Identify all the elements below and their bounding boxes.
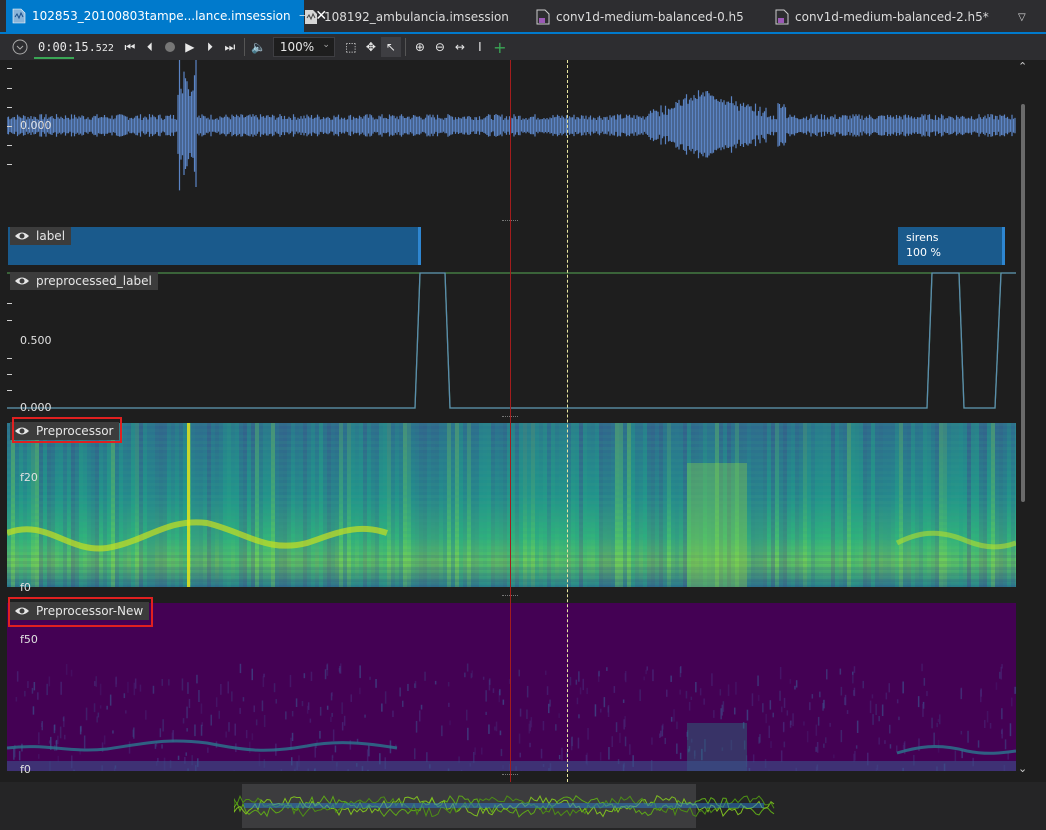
waveform-plot (6, 54, 1016, 191)
tab-overflow-icon[interactable]: ▽ (1018, 0, 1038, 34)
volume-icon[interactable]: 🔈 (249, 37, 269, 57)
track-name: label (36, 229, 66, 243)
scroll-up-icon[interactable]: ⌃ (1018, 60, 1027, 73)
chevron-down-icon: ⌄ (322, 40, 330, 50)
tab-label: conv1d-medium-balanced-0.h5 (556, 10, 744, 24)
highlight-box (12, 417, 122, 443)
selection-cursor[interactable] (567, 60, 568, 782)
scroll-down-icon[interactable]: ⌄ (1018, 762, 1027, 775)
tab-model-2[interactable]: conv1d-medium-balanced-2.h5* (775, 0, 995, 34)
eye-icon[interactable] (14, 275, 30, 287)
player-toolbar: 0:00:15.522 ⏮ ⏴ ▶ ⏵ ⏭ 🔈 100% ⌄ ⬚ ✥ ↖ ⊕ ⊖… (0, 34, 1046, 60)
axis-tick (7, 164, 12, 165)
zoom-region-icon[interactable]: ⬚ (341, 37, 361, 57)
axis-tick (7, 390, 12, 391)
zoom-in-icon[interactable]: ⊕ (410, 37, 430, 57)
timeline-view[interactable]: 0.000 sirens 100 % label preprocessed_la… (0, 54, 1046, 782)
time-display: 0:00:15.522 (34, 40, 114, 59)
tab-session-1[interactable]: 102853_20100803tampe...lance.imsession ⊣… (6, 0, 327, 32)
tab-bar: 102853_20100803tampe...lance.imsession ⊣… (0, 0, 1046, 34)
label-segment-sirens[interactable]: sirens 100 % (898, 227, 1005, 265)
pan-icon[interactable]: ✥ (361, 37, 381, 57)
vertical-scrollbar[interactable]: ⌃ ⌄ (1016, 60, 1030, 782)
label-segment-text: sirens (906, 231, 939, 244)
preprocessed-label-plot (7, 272, 1016, 409)
label-segment-confidence: 100 % (906, 246, 941, 259)
add-track-icon[interactable]: + (490, 37, 510, 57)
preprocessed-label-track[interactable] (7, 270, 1016, 420)
preprocessor-new-axis-top: f50 (20, 633, 38, 646)
skip-to-end-icon[interactable]: ⏭ (220, 37, 240, 57)
zoom-out-icon[interactable]: ⊖ (430, 37, 450, 57)
session-file-icon (12, 8, 26, 24)
step-forward-icon[interactable]: ⏵ (200, 37, 220, 57)
preprocessor-new-axis-bottom: f0 (20, 763, 31, 776)
preprocessor-axis-bottom: f0 (20, 581, 31, 594)
highlight-box (8, 597, 153, 627)
overview-waveform (234, 794, 775, 818)
track-label-label[interactable]: label (10, 227, 72, 245)
preprocessed-axis-bottom: 0.000 (20, 401, 52, 414)
label-track[interactable]: sirens 100 % (7, 225, 1016, 267)
playhead-cursor[interactable] (510, 60, 511, 782)
track-name: preprocessed_label (36, 274, 152, 288)
collapse-icon[interactable] (10, 37, 30, 57)
model-file-icon (536, 9, 550, 25)
axis-tick (7, 88, 12, 89)
axis-tick (7, 145, 12, 146)
step-back-icon[interactable]: ⏴ (140, 37, 160, 57)
toolbar-separator (243, 38, 245, 56)
preprocessor-axis-top: f20 (20, 471, 38, 484)
zoom-value: 100% (279, 40, 315, 54)
axis-tick (7, 374, 12, 375)
axis-tick (7, 303, 12, 304)
play-icon[interactable]: ▶ (180, 37, 200, 57)
tab-label: conv1d-medium-balanced-2.h5* (795, 10, 989, 24)
session-file-icon (304, 9, 318, 25)
scrollbar-thumb[interactable] (1021, 104, 1025, 502)
fit-width-icon[interactable]: ↔ (450, 37, 470, 57)
fit-height-icon[interactable]: Ⅰ (470, 37, 490, 57)
preprocessed-axis-top: 0.500 (20, 334, 52, 347)
tab-session-2[interactable]: 108192_ambulancia.imsession (304, 0, 524, 34)
tab-label: 108192_ambulancia.imsession (324, 10, 509, 24)
waveform-track[interactable] (6, 54, 1016, 225)
axis-tick (7, 358, 12, 359)
time-main: 0:00:15. (38, 40, 96, 54)
preprocessor-new-spectrogram (6, 603, 1017, 782)
axis-tick (7, 68, 12, 69)
preprocessor-spectrogram-track[interactable] (5, 423, 1019, 588)
tab-model-0[interactable]: conv1d-medium-balanced-0.h5 (536, 0, 756, 34)
model-file-icon (775, 9, 789, 25)
axis-tick (7, 107, 12, 108)
waveform-axis-label: 0.000 (20, 119, 52, 132)
eye-icon[interactable] (14, 230, 30, 242)
overview-panel[interactable] (0, 782, 1046, 830)
preprocessor-new-spectrogram-track[interactable] (6, 603, 1017, 782)
skip-to-start-icon[interactable]: ⏮ (120, 37, 140, 57)
time-progress-bar (34, 57, 74, 59)
axis-tick (7, 126, 12, 127)
preprocessor-spectrogram (5, 423, 1019, 588)
pointer-icon[interactable]: ↖ (380, 37, 401, 57)
axis-tick (7, 320, 12, 321)
time-ms: 522 (95, 43, 114, 54)
toolbar-separator (404, 38, 406, 56)
tab-label: 102853_20100803tampe...lance.imsession (32, 9, 291, 23)
zoom-select[interactable]: 100% ⌄ (272, 37, 335, 57)
record-icon[interactable] (160, 37, 180, 57)
track-label-preprocessed[interactable]: preprocessed_label (10, 272, 158, 290)
